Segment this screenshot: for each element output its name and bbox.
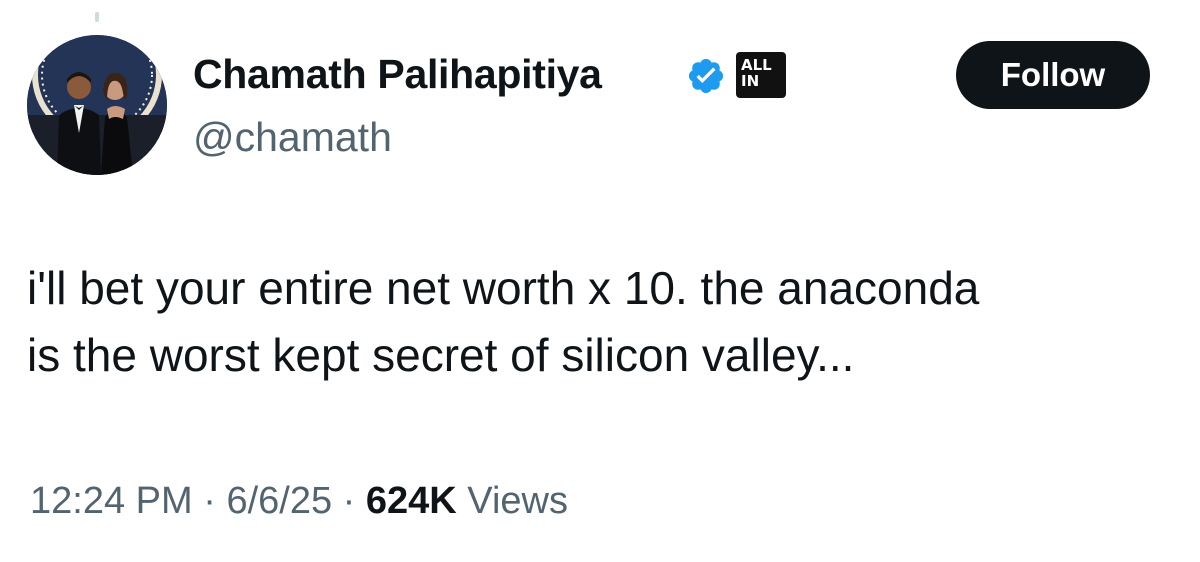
views-label: Views [467,480,568,522]
tweet-date[interactable]: 6/6/25 [226,480,332,522]
tweet-text-line-1: i'll bet your entire net worth x 10. the… [27,262,980,314]
follow-button[interactable]: Follow [956,41,1150,109]
views-count[interactable]: 624K [366,480,457,522]
tweet-text: i'll bet your entire net worth x 10. the… [27,255,1187,389]
tweet-card: Chamath Palihapitiya ALL IN @chamath Fol… [0,0,1200,562]
affiliate-badge-line1: ALL [741,56,772,74]
affiliate-badge-line2: IN [741,72,760,90]
user-handle[interactable]: @chamath [193,113,392,161]
affiliate-badge-icon[interactable]: ALL IN [736,52,786,98]
display-name[interactable]: Chamath Palihapitiya [193,50,602,98]
profile-photo-icon [27,35,167,175]
top-indicator [95,12,99,22]
tweet-meta: 12:24 PM · 6/6/25 · 624K Views [30,478,568,524]
tweet-time[interactable]: 12:24 PM [30,480,193,522]
meta-separator: · [203,480,216,522]
avatar[interactable] [27,35,167,175]
meta-separator: · [342,480,356,522]
verified-badge-icon [688,58,724,94]
tweet-text-line-2: is the worst kept secret of silicon vall… [27,329,855,381]
